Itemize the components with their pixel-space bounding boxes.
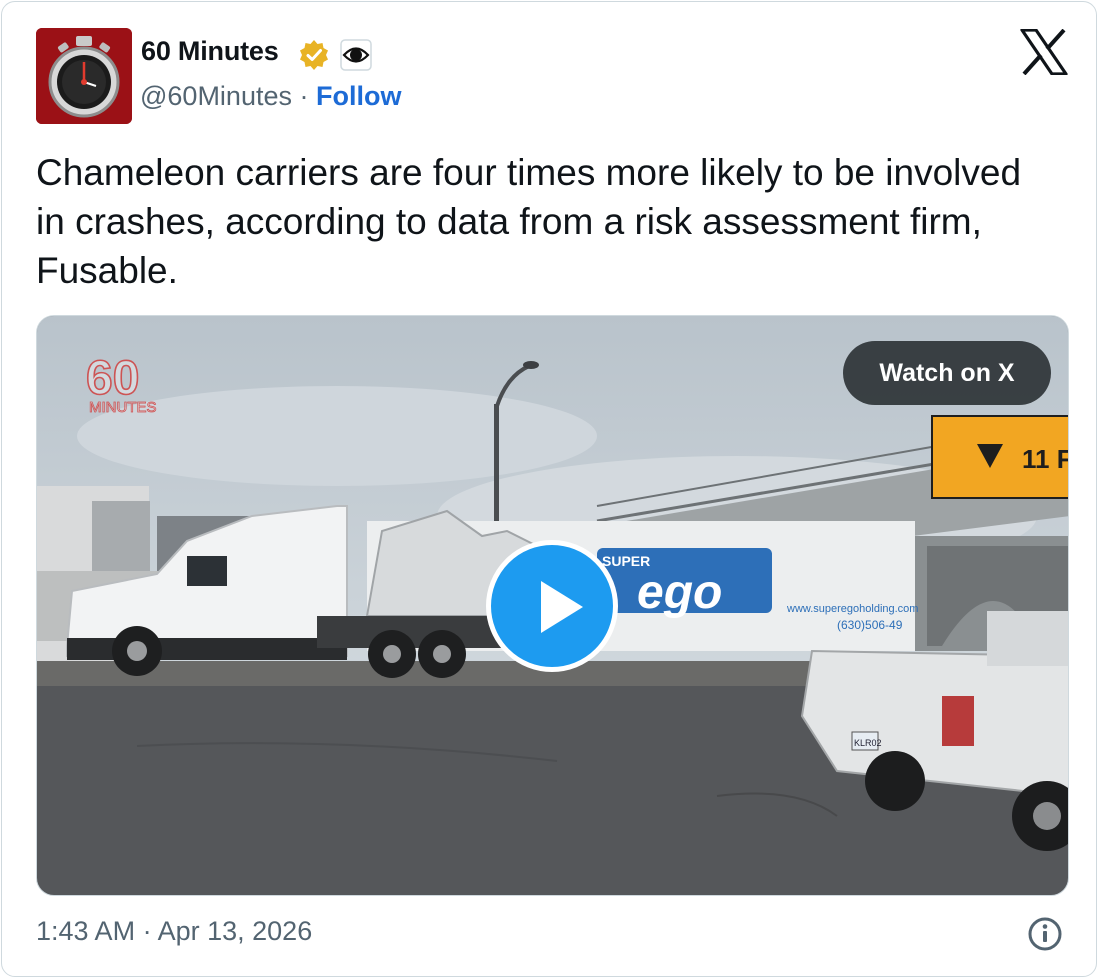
watermark-word: MINUTES [89, 399, 157, 416]
stopwatch-icon [36, 28, 132, 124]
trailer-brand: ego [637, 566, 722, 619]
tweet-timestamp[interactable]: 1:43 AM · Apr 13, 2026 [36, 916, 312, 947]
watermark-number: 60 [86, 352, 139, 405]
watch-on-x-button[interactable]: Watch on X [843, 341, 1051, 405]
timestamp-separator: · [142, 916, 152, 946]
x-logo-icon[interactable] [1020, 29, 1068, 75]
verified-gold-badge-icon [300, 40, 328, 70]
tweet-date: Apr 13, 2026 [157, 916, 313, 946]
tweet-card: 60 Minutes @60Minutes · Follow Chameleon… [1, 1, 1097, 977]
license-plate: KLR02 [854, 738, 882, 748]
trailer-phone: (630)506-49 [837, 618, 903, 632]
author-name[interactable]: 60 Minutes [141, 36, 279, 67]
cbs-eye-icon [340, 39, 372, 71]
tweet-time: 1:43 AM [36, 916, 136, 946]
handle-row: @60Minutes · Follow [140, 81, 402, 112]
trailer-url: www.superegoholding.com [786, 603, 918, 615]
author-handle[interactable]: @60Minutes [140, 81, 292, 111]
avatar[interactable] [36, 28, 132, 124]
play-button[interactable] [486, 540, 618, 672]
height-sign-text: 11 F [1022, 444, 1069, 474]
tweet-text: Chameleon carriers are four times more l… [36, 152, 1022, 291]
follow-button[interactable]: Follow [316, 81, 401, 111]
play-icon [541, 581, 583, 633]
60-minutes-watermark: 60 MINUTES [85, 351, 157, 416]
info-icon[interactable] [1027, 916, 1063, 952]
handle-separator: · [299, 81, 309, 111]
video-player[interactable]: 11 F SUPER ego www.superegoholding.com (… [36, 315, 1069, 896]
